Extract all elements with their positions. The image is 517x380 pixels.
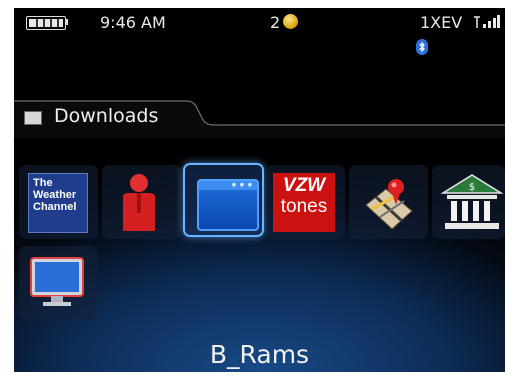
maps-icon[interactable] bbox=[358, 171, 420, 233]
vzw-tones-icon[interactable]: VZW tones bbox=[273, 173, 335, 232]
battery-cap bbox=[65, 19, 68, 25]
folder-title: Downloads bbox=[54, 105, 159, 127]
device-owner-name: B_Rams bbox=[209, 340, 310, 369]
bluetooth-icon bbox=[416, 39, 428, 55]
vzw-label-bottom: tones bbox=[280, 196, 328, 217]
browser-dots-icon: ● ● ● bbox=[231, 182, 253, 188]
contacts-icon[interactable] bbox=[119, 171, 159, 235]
weather-line-1: The bbox=[33, 177, 53, 189]
weather-line-3: Channel bbox=[33, 201, 77, 213]
home-screen: 9:46 AM 2 1XEV Downloads The Weather Cha… bbox=[14, 8, 505, 372]
notification-count[interactable]: 2 bbox=[270, 13, 280, 32]
weather-line-2: Weather bbox=[33, 189, 77, 201]
tv-monitor-icon[interactable] bbox=[29, 254, 85, 310]
browser-titlebar: ● ● ● bbox=[199, 181, 257, 190]
battery-icon bbox=[26, 16, 66, 30]
folder-icon bbox=[24, 111, 42, 125]
clock-time: 9:46 AM bbox=[100, 13, 166, 32]
svg-text:$: $ bbox=[469, 182, 475, 193]
bank-icon[interactable]: $ bbox=[439, 171, 505, 233]
status-bar: 9:46 AM 2 1XEV bbox=[14, 8, 505, 55]
browser-icon[interactable]: ● ● ● bbox=[197, 179, 259, 231]
weather-channel-icon[interactable]: The Weather Channel bbox=[28, 173, 88, 233]
notification-icon[interactable] bbox=[283, 14, 298, 29]
vzw-label-top: VZW bbox=[282, 175, 326, 196]
network-type: 1XEV bbox=[420, 13, 463, 32]
signal-strength-icon bbox=[474, 15, 500, 28]
